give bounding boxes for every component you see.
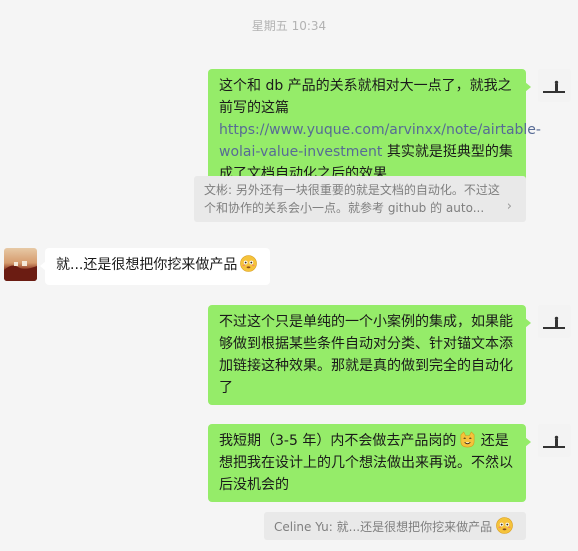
my-avatar[interactable] (538, 69, 571, 102)
contact-avatar[interactable] (4, 248, 37, 281)
quoted-text: Celine Yu: 就...还是很想把你挖来做产品 (274, 520, 493, 534)
my-avatar[interactable] (538, 305, 571, 338)
cat-face-icon (459, 431, 476, 448)
flushed-face-icon (240, 255, 258, 272)
message-bubble[interactable]: 就...还是很想把你挖来做产品 (40, 248, 270, 285)
message-text: 我短期（3-5 年）内不会做去产品岗的 (219, 433, 457, 449)
message-bubble[interactable]: 不过这个只是单纯的一个小案例的集成，如果能够做到根据某些条件自动对分类、针对锚文… (208, 305, 531, 405)
chat-timestamp: 星期五 10:34 (251, 19, 327, 33)
flushed-face-icon (496, 517, 513, 534)
message-bubble[interactable]: 这个和 db 产品的关系就相对大一点了，就我之前写的这篇 https://www… (208, 69, 541, 191)
quoted-text: 文彬: 另外还有一块很重要的就是文档的自动化。不过这个和协作的关系会小一点。就参… (204, 183, 500, 215)
message-text: 不过这个只是单纯的一个小案例的集成，如果能够做到根据某些条件自动对分类、针对锚文… (219, 314, 513, 396)
message-text: 就...还是很想把你挖来做产品 (56, 257, 238, 273)
quoted-message[interactable]: 文彬: 另外还有一块很重要的就是文档的自动化。不过这个和协作的关系会小一点。就参… (194, 176, 526, 222)
message-bubble[interactable]: 我短期（3-5 年）内不会做去产品岗的 还是想把我在设计上的几个想法做出来再说。… (208, 424, 531, 502)
chevron-right-icon[interactable]: › (507, 198, 512, 216)
my-avatar[interactable] (538, 424, 571, 457)
message-text: 这个和 db 产品的关系就相对大一点了，就我之前写的这篇 (219, 78, 512, 116)
quoted-message[interactable]: Celine Yu: 就...还是很想把你挖来做产品 (264, 512, 526, 540)
